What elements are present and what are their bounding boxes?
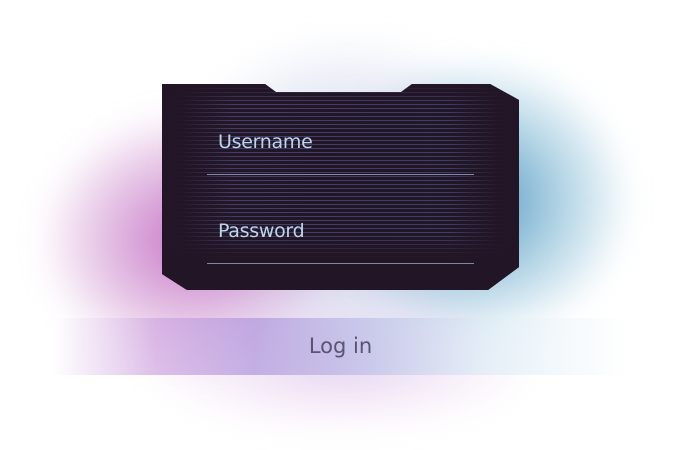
username-field[interactable]: Username xyxy=(207,128,474,175)
username-input[interactable] xyxy=(207,128,474,174)
password-field[interactable]: Password xyxy=(207,217,474,264)
login-page: Username Password Log in xyxy=(0,0,679,450)
password-input[interactable] xyxy=(207,217,474,263)
login-card: Username Password xyxy=(162,84,519,290)
login-button[interactable]: Log in xyxy=(53,318,628,375)
